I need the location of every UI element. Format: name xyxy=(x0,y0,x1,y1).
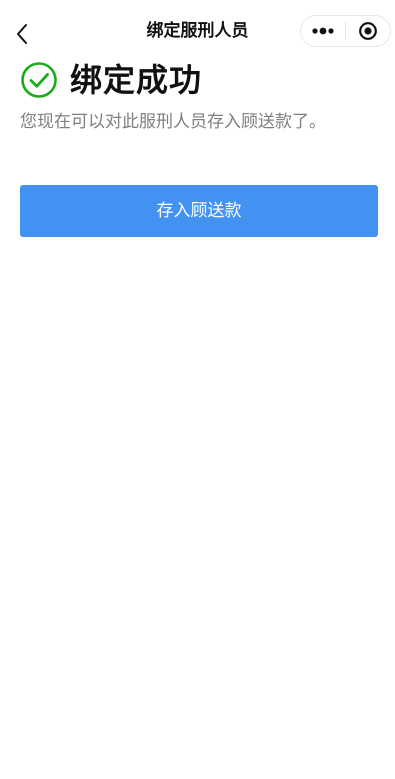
capsule-menu xyxy=(300,15,391,47)
close-miniprogram-button[interactable] xyxy=(346,16,390,46)
page: 绑定服刑人员 绑定成功 您现在可以对此服刑人员存入顾送款了。 存入顾送款 xyxy=(0,0,395,779)
more-options-button[interactable] xyxy=(301,16,345,46)
more-dots-icon xyxy=(312,27,334,35)
target-circle-icon xyxy=(359,22,377,40)
success-header: 绑定成功 xyxy=(20,58,202,102)
success-check-icon xyxy=(21,62,57,98)
deposit-button[interactable]: 存入顾送款 xyxy=(20,185,378,237)
success-title: 绑定成功 xyxy=(70,61,203,99)
success-description: 您现在可以对此服刑人员存入顾送款了。 xyxy=(20,112,326,132)
navigation-bar: 绑定服刑人员 xyxy=(0,0,395,62)
